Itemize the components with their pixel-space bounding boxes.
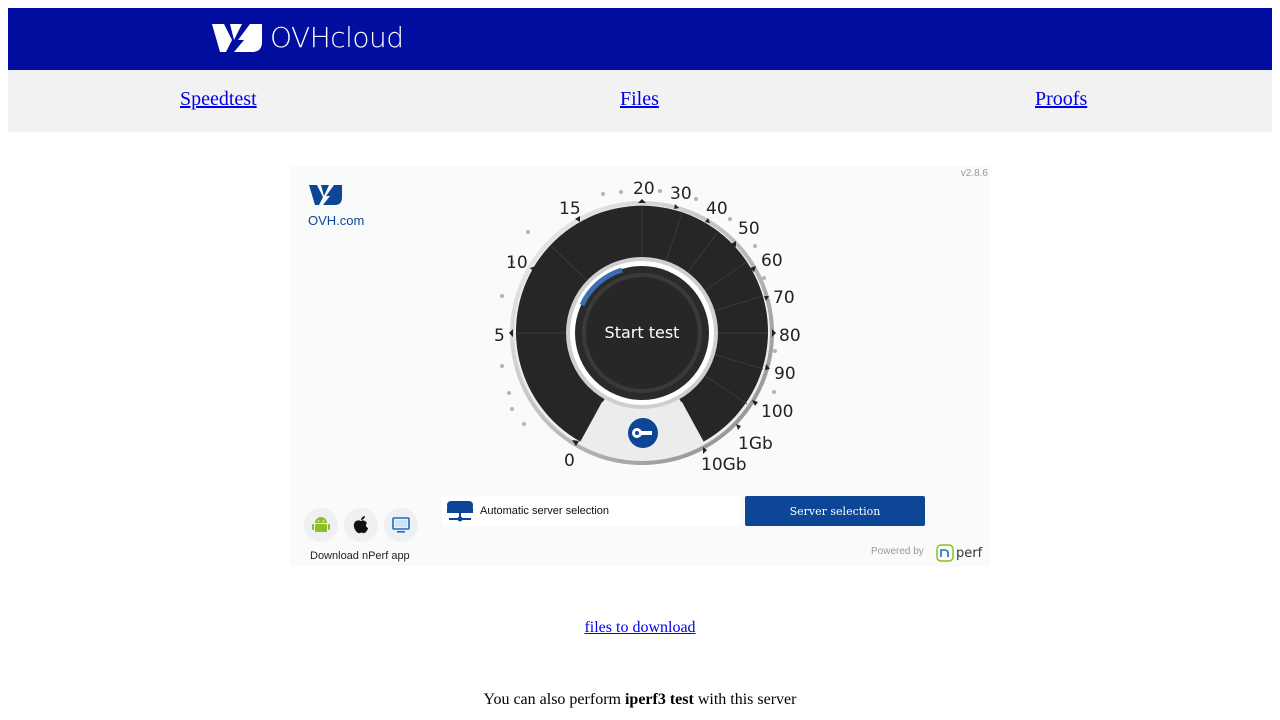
iperf-suffix: with this server — [693, 691, 797, 708]
apple-icon — [353, 516, 368, 534]
nperf-n-icon — [936, 544, 954, 562]
scale-label-70: 70 — [773, 288, 795, 308]
scale-label-1gb: 1Gb — [738, 434, 773, 454]
desktop-app-button[interactable] — [384, 508, 418, 542]
scale-label-80: 80 — [779, 326, 801, 346]
scale-label-20: 20 — [633, 179, 655, 199]
scale-label-0: 0 — [564, 451, 575, 471]
scale-label-30: 30 — [670, 184, 692, 204]
scale-label-5: 5 — [494, 326, 505, 346]
speedtest-widget: v2.8.6 OVH.com 0 5 10 15 20 30 40 50 60 … — [290, 166, 990, 566]
brand-name: OVHcloud — [270, 21, 404, 54]
server-selection-label: Automatic server selection — [480, 505, 609, 517]
server-selection-field[interactable]: Automatic server selection — [442, 496, 740, 526]
scale-label-10: 10 — [506, 253, 528, 273]
nperf-logo[interactable]: perf — [936, 544, 982, 562]
nav-link-proofs[interactable]: Proofs — [1035, 88, 1087, 111]
nav-link-files[interactable]: Files — [620, 88, 659, 111]
app-download-group — [304, 508, 418, 542]
nav-link-speedtest[interactable]: Speedtest — [180, 88, 257, 111]
server-icon — [447, 501, 473, 522]
download-app-label: Download nPerf app — [310, 550, 410, 562]
iperf-test-bold: iperf3 test — [624, 691, 694, 708]
scale-label-15: 15 — [559, 199, 581, 219]
iperf-prefix: You can also perform — [483, 691, 625, 708]
scale-label-50: 50 — [738, 219, 760, 239]
scale-label-10gb: 10Gb — [701, 455, 747, 475]
scale-label-40: 40 — [706, 199, 728, 219]
server-selection-button[interactable]: Server selection — [745, 496, 925, 526]
iperf-info: You can also perform iperf3 test with th… — [0, 691, 1280, 709]
scale-label-60: 60 — [761, 251, 783, 271]
files-to-download-link[interactable]: files to download — [0, 619, 1280, 637]
apple-app-button[interactable] — [344, 508, 378, 542]
ovh-logo-icon — [212, 24, 262, 52]
scale-label-100: 100 — [761, 402, 793, 422]
scale-label-90: 90 — [774, 364, 796, 384]
ovhcloud-logo[interactable]: OVHcloud — [210, 18, 404, 58]
powered-by-label: Powered by — [871, 546, 924, 557]
main-nav: Speedtest Files Proofs — [8, 70, 1272, 132]
site-header: OVHcloud — [8, 8, 1272, 70]
settings-icon[interactable] — [628, 418, 658, 448]
start-test-label[interactable]: Start test — [582, 323, 702, 342]
android-app-button[interactable] — [304, 508, 338, 542]
desktop-icon — [392, 517, 410, 533]
nperf-brand-text: perf — [956, 545, 983, 561]
android-icon — [312, 517, 330, 532]
